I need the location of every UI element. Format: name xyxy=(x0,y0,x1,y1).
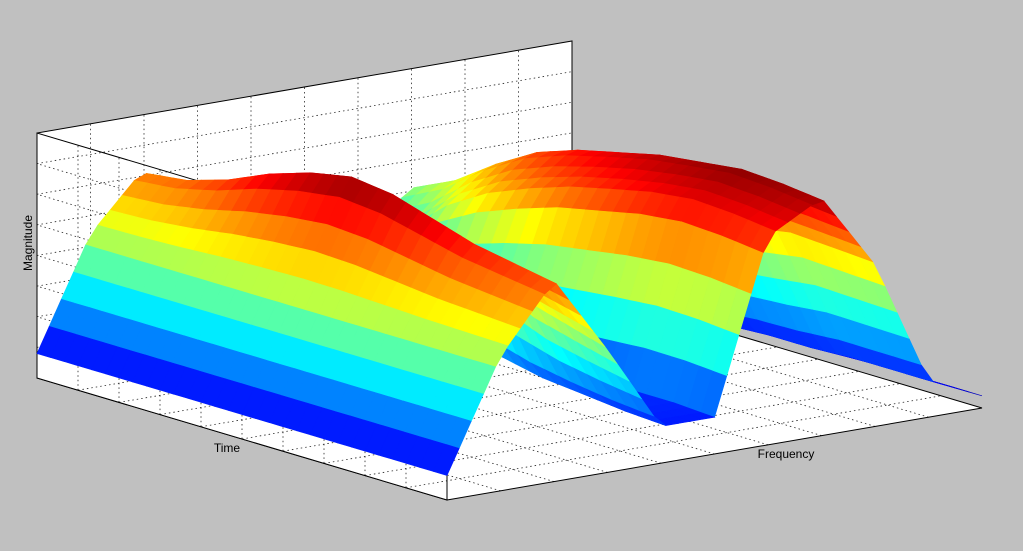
x-axis-label: Frequency xyxy=(758,447,815,461)
z-axis-label: Magnitude xyxy=(21,215,35,271)
surface-plot: Frequency Time Magnitude xyxy=(21,40,983,501)
surface-plot-figure: Frequency Time Magnitude xyxy=(0,0,1023,546)
y-axis-label: Time xyxy=(214,441,241,455)
